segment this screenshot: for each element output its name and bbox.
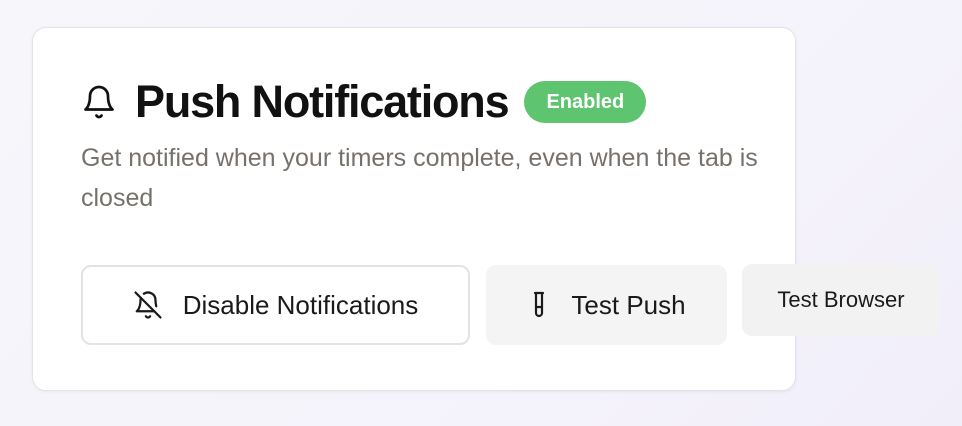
test-browser-button[interactable]: Test Browser <box>742 264 940 336</box>
test-push-button[interactable]: Test Push <box>486 265 727 345</box>
bell-icon <box>81 84 117 120</box>
disable-notifications-button[interactable]: Disable Notifications <box>81 265 470 345</box>
card-description: Get notified when your timers complete, … <box>81 144 758 212</box>
status-badge: Enabled <box>524 81 647 123</box>
push-notifications-card: Push Notifications Enabled Get notified … <box>32 27 796 391</box>
disable-notifications-label: Disable Notifications <box>182 289 419 320</box>
bell-off-icon <box>133 290 163 320</box>
test-browser-label: Test Browser <box>777 287 905 312</box>
card-header: Push Notifications Enabled <box>81 76 647 128</box>
page-title: Push Notifications <box>135 76 510 127</box>
test-tube-icon <box>527 290 551 320</box>
test-push-label: Test Push <box>571 289 686 320</box>
